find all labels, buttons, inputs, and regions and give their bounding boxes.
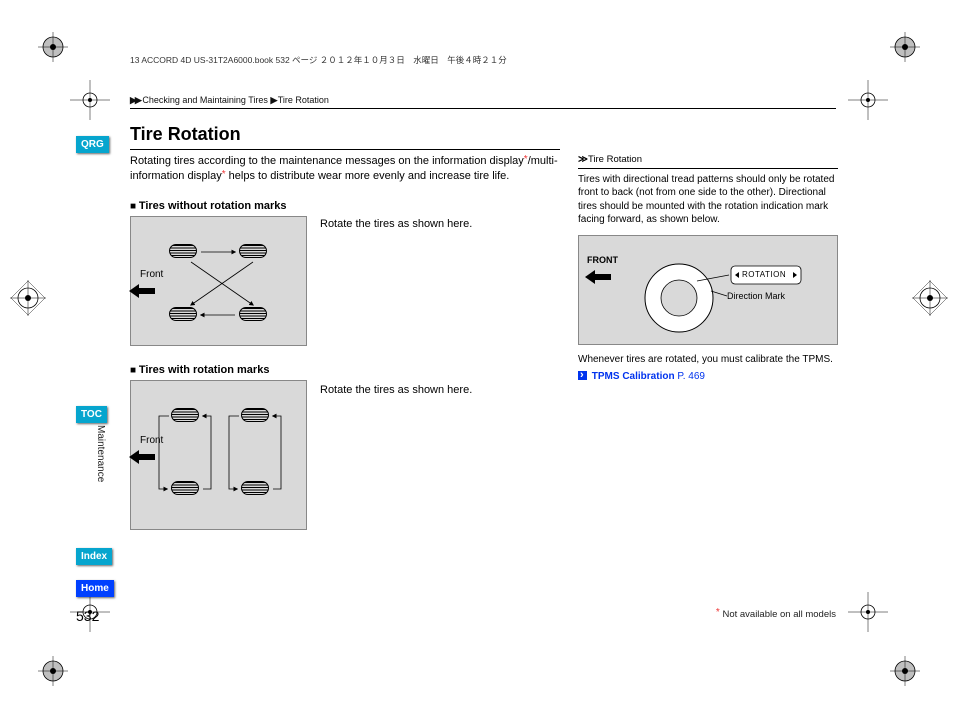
direction-mark-label: Direction Mark: [727, 290, 785, 302]
footnote-star-icon: *: [716, 607, 720, 618]
breadcrumb-arrow-icon: ▶: [270, 95, 275, 105]
breadcrumb: ▶▶ Checking and Maintaining Tires ▶ Tire…: [130, 95, 329, 106]
section-heading-text: Tires with rotation marks: [139, 364, 270, 376]
nav-home-button[interactable]: Home: [76, 580, 114, 597]
directional-tire-diagram: FRONT ROTATION Direction Mark: [578, 235, 838, 345]
tpms-calibration-link[interactable]: TPMS Calibration P. 469: [578, 371, 705, 382]
section-heading-text: Tires without rotation marks: [139, 200, 287, 212]
tire-icon: [169, 244, 197, 258]
document-header-meta: 13 ACCORD 4D US-31T2A6000.book 532 ページ ２…: [130, 54, 507, 66]
tpms-note: Whenever tires are rotated, you must cal…: [578, 353, 838, 367]
left-arrow-icon: [129, 284, 157, 298]
rotation-diagram-front-back: Front: [130, 380, 307, 530]
page-title-text: Tire Rotation: [130, 124, 560, 145]
diagram-front-label: Front: [140, 435, 163, 446]
breadcrumb-seg1: Checking and Maintaining Tires: [142, 95, 268, 105]
link-arrow-icon: [578, 371, 587, 380]
intro-text: Rotating tires according to the maintena…: [130, 155, 524, 167]
tire-icon: [241, 481, 269, 495]
square-bullet-icon: ■: [130, 201, 139, 212]
crop-mark-icon: [848, 80, 888, 120]
left-arrow-icon: [585, 270, 613, 284]
double-chevron-icon: ≫: [578, 154, 588, 165]
tire-icon: [241, 408, 269, 422]
square-bullet-icon: ■: [130, 365, 139, 376]
intro-text: helps to distribute wear more evenly and…: [226, 170, 510, 182]
crop-mark-icon: [10, 280, 46, 316]
section-tab-label: Maintenance: [95, 425, 106, 482]
crop-mark-icon: [848, 592, 888, 632]
tire-icon: [171, 481, 199, 495]
sidebar: QRG TOC Index Home: [76, 136, 116, 616]
callout-head-text: Tire Rotation: [588, 154, 642, 165]
left-arrow-icon: [129, 450, 157, 464]
sidebar-note: ≫Tire Rotation Tires with directional tr…: [578, 154, 838, 384]
crop-mark-icon: [38, 656, 68, 686]
rule: [130, 108, 836, 109]
crop-mark-icon: [912, 280, 948, 316]
tire-icon: [239, 244, 267, 258]
breadcrumb-arrow-icon: ▶▶: [130, 95, 140, 105]
diagram-front-label: FRONT: [587, 254, 618, 266]
link-page: P. 469: [677, 371, 705, 382]
callout-body: Tires with directional tread patterns sh…: [578, 173, 838, 227]
footnote: * Not available on all models: [716, 609, 836, 620]
tire-icon: [239, 307, 267, 321]
callout-heading: ≫Tire Rotation: [578, 154, 838, 169]
page-title: Tire Rotation: [130, 124, 560, 150]
rotation-diagram-cross: Front: [130, 216, 307, 346]
crop-mark-icon: [38, 32, 68, 62]
breadcrumb-seg2: Tire Rotation: [278, 95, 329, 105]
link-text: TPMS Calibration: [592, 371, 675, 382]
crop-mark-icon: [890, 656, 920, 686]
section-heading: ■ Tires with rotation marks: [130, 364, 560, 376]
tire-icon: [171, 408, 199, 422]
footnote-star-icon: *: [222, 169, 226, 180]
diagram-caption: Rotate the tires as shown here.: [320, 218, 472, 230]
footnote-star-icon: *: [524, 154, 528, 165]
diagram-front-label: Front: [140, 269, 163, 280]
diagram-caption: Rotate the tires as shown here.: [320, 384, 472, 396]
footnote-text: Not available on all models: [720, 609, 836, 620]
crop-mark-icon: [70, 80, 110, 120]
section-heading: ■ Tires without rotation marks: [130, 200, 560, 212]
nav-toc-button[interactable]: TOC: [76, 406, 107, 423]
page-number: 532: [76, 608, 99, 624]
rotation-label: ROTATION: [742, 270, 786, 281]
nav-qrg-button[interactable]: QRG: [76, 136, 109, 153]
nav-index-button[interactable]: Index: [76, 548, 112, 565]
tire-icon: [169, 307, 197, 321]
crop-mark-icon: [890, 32, 920, 62]
intro-paragraph: Rotating tires according to the maintena…: [130, 154, 560, 184]
